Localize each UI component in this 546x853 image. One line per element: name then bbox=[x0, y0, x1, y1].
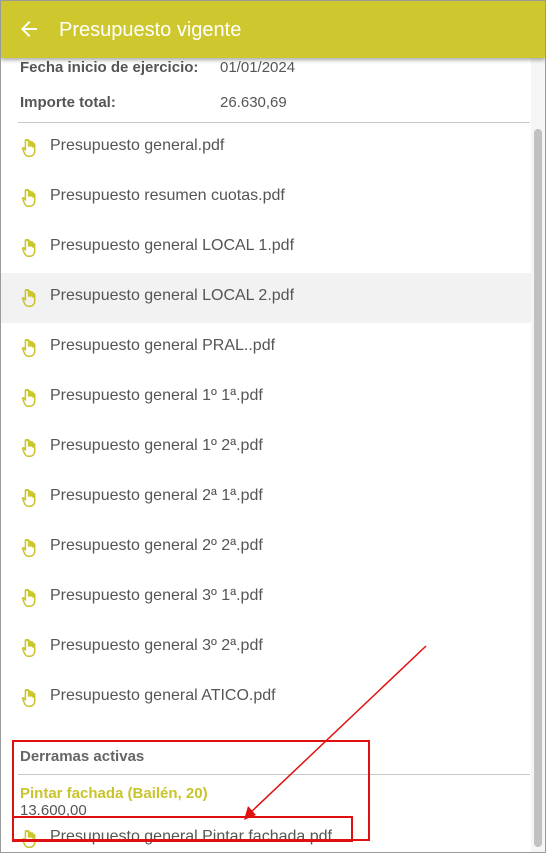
document-list-item[interactable]: Presupuesto general LOCAL 1.pdf bbox=[1, 223, 531, 273]
document-list-item[interactable]: Presupuesto general PRAL..pdf bbox=[1, 323, 531, 373]
start-date-label: Fecha inicio de ejercicio: bbox=[20, 59, 199, 76]
app-bar: Presupuesto vigente bbox=[1, 1, 545, 58]
document-list-item[interactable]: Presupuesto general 3º 2ª.pdf bbox=[1, 623, 531, 673]
hand-pointer-document-icon bbox=[21, 389, 36, 408]
total-amount-value: 26.630,69 bbox=[220, 94, 287, 111]
document-label: Presupuesto general 2º 2ª.pdf bbox=[50, 537, 263, 554]
back-arrow-icon[interactable] bbox=[17, 17, 41, 41]
document-label: Presupuesto general 3º 2ª.pdf bbox=[50, 637, 263, 654]
hand-pointer-document-icon bbox=[21, 539, 36, 558]
scrollbar-thumb[interactable] bbox=[534, 129, 542, 847]
hand-pointer-document-icon bbox=[21, 689, 36, 708]
hand-pointer-document-icon bbox=[21, 339, 36, 358]
document-list-item[interactable]: Presupuesto general 1º 1ª.pdf bbox=[1, 373, 531, 423]
hand-pointer-document-icon bbox=[21, 139, 36, 158]
document-list-item[interactable]: Presupuesto general 3º 1ª.pdf bbox=[1, 573, 531, 623]
document-list-item[interactable]: Presupuesto general 1º 2ª.pdf bbox=[1, 423, 531, 473]
hand-pointer-document-icon bbox=[21, 489, 36, 508]
derrama-name: Pintar fachada (Bailén, 20) bbox=[20, 785, 208, 802]
document-list-item[interactable]: Presupuesto general 2ª 1ª.pdf bbox=[1, 473, 531, 523]
hand-pointer-document-icon bbox=[21, 830, 36, 849]
document-label: Presupuesto general 1º 1ª.pdf bbox=[50, 387, 263, 404]
derrama-document-item[interactable]: Presupuesto general Pintar fachada.pdf bbox=[1, 814, 531, 852]
hand-pointer-document-icon bbox=[21, 189, 36, 208]
document-label: Presupuesto general 1º 2ª.pdf bbox=[50, 437, 263, 454]
start-date-value: 01/01/2024 bbox=[220, 59, 296, 76]
derrama-document-label: Presupuesto general Pintar fachada.pdf bbox=[50, 828, 332, 845]
document-list-item[interactable]: Presupuesto general.pdf bbox=[1, 123, 531, 173]
document-list-item[interactable]: Presupuesto general LOCAL 2.pdf bbox=[1, 273, 531, 323]
hand-pointer-document-icon bbox=[21, 289, 36, 308]
divider bbox=[18, 774, 530, 775]
hand-pointer-document-icon bbox=[21, 239, 36, 258]
page-title: Presupuesto vigente bbox=[59, 19, 242, 41]
document-list-item[interactable]: Presupuesto general 2º 2ª.pdf bbox=[1, 523, 531, 573]
hand-pointer-document-icon bbox=[21, 439, 36, 458]
budget-content: Fecha inicio de ejercicio: 01/01/2024 Imp… bbox=[1, 58, 531, 852]
document-label: Presupuesto general 3º 1ª.pdf bbox=[50, 587, 263, 604]
app-window: Presupuesto vigente Fecha inicio de ejer… bbox=[0, 0, 546, 853]
hand-pointer-document-icon bbox=[21, 589, 36, 608]
document-label: Presupuesto general LOCAL 1.pdf bbox=[50, 237, 295, 254]
document-label: Presupuesto general ATICO.pdf bbox=[50, 687, 276, 704]
document-label: Presupuesto general 2ª 1ª.pdf bbox=[50, 487, 263, 504]
hand-pointer-document-icon bbox=[21, 639, 36, 658]
start-date-row: Fecha inicio de ejercicio: 01/01/2024 bbox=[20, 59, 295, 76]
document-label: Presupuesto general PRAL..pdf bbox=[50, 337, 276, 354]
derramas-section-title: Derramas activas bbox=[20, 748, 145, 765]
total-amount-row: Importe total: 26.630,69 bbox=[20, 94, 287, 111]
total-amount-label: Importe total: bbox=[20, 94, 116, 111]
document-list-item[interactable]: Presupuesto general ATICO.pdf bbox=[1, 673, 531, 723]
document-label: Presupuesto resumen cuotas.pdf bbox=[50, 187, 285, 204]
document-label: Presupuesto general LOCAL 2.pdf bbox=[50, 287, 295, 304]
document-label: Presupuesto general.pdf bbox=[50, 137, 225, 154]
document-list-item[interactable]: Presupuesto resumen cuotas.pdf bbox=[1, 173, 531, 223]
